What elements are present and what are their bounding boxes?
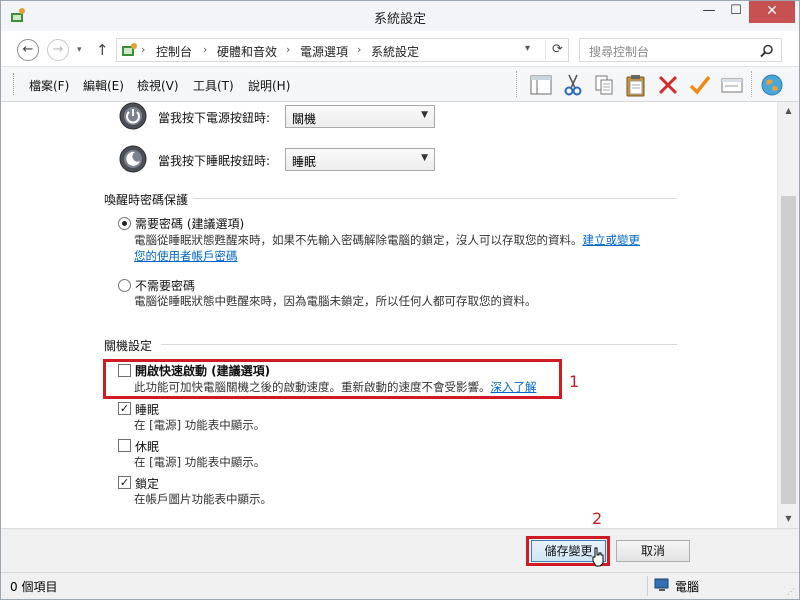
breadcrumb-separator[interactable]: › — [286, 43, 290, 56]
back-button[interactable]: ← — [17, 39, 39, 61]
forward-button[interactable]: → — [47, 39, 69, 61]
lock-checkbox[interactable]: ✓ — [118, 476, 131, 489]
search-input[interactable]: 搜尋控制台 — [579, 38, 782, 62]
breadcrumb-separator[interactable]: › — [357, 43, 361, 56]
computer-icon — [654, 578, 669, 591]
search-placeholder: 搜尋控制台 — [589, 45, 650, 59]
menu-file[interactable]: 檔案(F) — [29, 77, 69, 94]
change-password-link-continued[interactable]: 您的使用者帳戶密碼 — [134, 249, 238, 263]
properties-icon[interactable] — [719, 72, 745, 98]
group-divider — [193, 198, 677, 199]
toolbar-separator — [516, 71, 517, 97]
sleep-button-icon — [119, 145, 147, 173]
scroll-down-icon[interactable]: ▼ — [778, 510, 799, 527]
sleep-button-action-value: 睡眠 — [292, 155, 317, 169]
up-button[interactable]: ↑ — [96, 41, 109, 59]
breadcrumb-control-panel[interactable]: 控制台 — [156, 43, 192, 60]
sleep-option-title[interactable]: 睡眠 — [135, 401, 159, 418]
cancel-button[interactable]: 取消 — [616, 540, 690, 562]
breadcrumb-system-settings[interactable]: 系統設定 — [371, 43, 419, 60]
hibernate-option-description: 在 [電源] 功能表中顯示。 — [134, 455, 266, 469]
require-password-title[interactable]: 需要密碼 (建議選項) — [135, 215, 244, 232]
change-password-link[interactable]: 建立或變更 — [583, 233, 641, 247]
lock-option-description: 在帳戶圖片功能表中顯示。 — [134, 492, 272, 506]
toolbar-separator — [751, 71, 752, 97]
recent-locations-dropdown-icon[interactable]: ▾ — [77, 45, 82, 55]
globe-icon[interactable] — [759, 72, 785, 98]
breadcrumb-power-options[interactable]: 電源選項 — [300, 43, 348, 60]
breadcrumb-separator[interactable]: › — [141, 43, 145, 56]
menu-tools[interactable]: 工具(T) — [193, 77, 234, 94]
delete-icon[interactable] — [655, 72, 681, 98]
cut-icon[interactable] — [560, 72, 586, 98]
shutdown-group-title: 關機設定 — [104, 339, 153, 353]
search-icon[interactable] — [759, 43, 775, 59]
forward-arrow-icon: → — [52, 42, 64, 57]
password-group-title: 喚醒時密碼保護 — [104, 193, 189, 207]
no-password-radio[interactable] — [118, 279, 131, 292]
settings-content: 當我按下電源按鈕時: 關機 ▼ 當我按下睡眠按鈕時: 睡眠 ▼ 喚醒時密碼保護 … — [1, 102, 777, 528]
menu-view[interactable]: 檢視(V) — [137, 77, 179, 94]
lock-option-title[interactable]: 鎖定 — [135, 475, 159, 492]
sleep-option-description: 在 [電源] 功能表中顯示。 — [134, 418, 266, 432]
power-button-action-value: 關機 — [292, 112, 317, 126]
menu-grip — [13, 73, 16, 95]
check-icon[interactable] — [687, 72, 713, 98]
breadcrumb-separator[interactable]: › — [203, 43, 207, 56]
menu-bar: 檔案(F) 編輯(E) 檢視(V) 工具(T) 說明(H) — [1, 67, 799, 102]
address-bar: ← → ▾ ↑ › 控制台 › 硬體和音效 › 電源選項 › 系統設定 ▾ ⟳ … — [1, 31, 799, 67]
power-button-label: 當我按下電源按鈕時: — [158, 111, 271, 125]
highlight-box-1 — [103, 359, 562, 399]
paste-icon[interactable] — [623, 72, 649, 98]
require-password-radio[interactable] — [118, 217, 131, 230]
item-count: 0 個項目 — [10, 580, 58, 594]
require-password-description: 電腦從睡眠狀態甦醒來時，如果不先輸入密碼解除電腦的鎖定，沒人可以存取您的資料。建… — [134, 232, 640, 264]
hibernate-option-title[interactable]: 休眠 — [135, 438, 159, 455]
group-divider — [161, 344, 677, 345]
layout-icon[interactable] — [528, 72, 554, 98]
status-separator — [647, 576, 648, 596]
resize-grip-icon[interactable]: ⋰ — [787, 587, 797, 597]
breadcrumb[interactable]: › 控制台 › 硬體和音效 › 電源選項 › 系統設定 ▾ ⟳ — [116, 38, 569, 62]
annotation-1: 1 — [569, 372, 580, 391]
power-button-icon — [119, 102, 147, 130]
location-computer-label: 電腦 — [675, 580, 700, 594]
status-bar: 0 個項目 電腦 ⋰ — [1, 572, 799, 599]
hibernate-checkbox[interactable] — [118, 439, 131, 452]
back-arrow-icon: ← — [22, 42, 34, 57]
up-arrow-icon: ↑ — [96, 41, 109, 59]
refresh-icon[interactable]: ⟳ — [545, 40, 569, 60]
hand-cursor-icon — [592, 547, 604, 567]
breadcrumb-hardware-sound[interactable]: 硬體和音效 — [217, 43, 277, 60]
copy-icon[interactable] — [591, 72, 617, 98]
no-password-description: 電腦從睡眠狀態中甦醒來時，因為電腦未鎖定，所以任何人都可存取您的資料。 — [134, 294, 537, 308]
system-settings-window: 系統設定 — ☐ ✕ ← → ▾ ↑ › 控制台 › 硬體和音效 › 電源選項 … — [0, 0, 800, 600]
annotation-2: 2 — [592, 509, 603, 528]
close-button[interactable]: ✕ — [749, 1, 795, 23]
sleep-button-label: 當我按下睡眠按鈕時: — [158, 154, 271, 168]
vertical-scrollbar[interactable]: ▲ ▼ — [777, 102, 799, 528]
require-password-desc-text: 電腦從睡眠狀態甦醒來時，如果不先輸入密碼解除電腦的鎖定，沒人可以存取您的資料。 — [134, 233, 583, 247]
title-bar: 系統設定 — ☐ ✕ — [1, 1, 799, 31]
window-title: 系統設定 — [373, 12, 426, 27]
address-dropdown-icon[interactable]: ▾ — [525, 43, 530, 54]
scroll-up-icon[interactable]: ▲ — [778, 102, 799, 119]
chevron-down-icon: ▼ — [421, 153, 428, 163]
minimize-button[interactable]: — — [695, 1, 723, 23]
sleep-checkbox[interactable]: ✓ — [118, 402, 131, 415]
control-panel-icon — [122, 43, 137, 56]
sleep-button-action-select[interactable]: 睡眠 ▼ — [285, 148, 435, 171]
button-bar: 儲存變更 取消 2 — [1, 509, 799, 572]
menu-edit[interactable]: 編輯(E) — [83, 77, 124, 94]
scrollbar-thumb[interactable] — [781, 196, 796, 504]
chevron-down-icon: ▼ — [421, 110, 428, 120]
no-password-title[interactable]: 不需要密碼 — [135, 277, 195, 294]
maximize-button[interactable]: ☐ — [723, 1, 749, 23]
power-button-action-select[interactable]: 關機 ▼ — [285, 105, 435, 128]
menu-help[interactable]: 說明(H) — [248, 77, 290, 94]
